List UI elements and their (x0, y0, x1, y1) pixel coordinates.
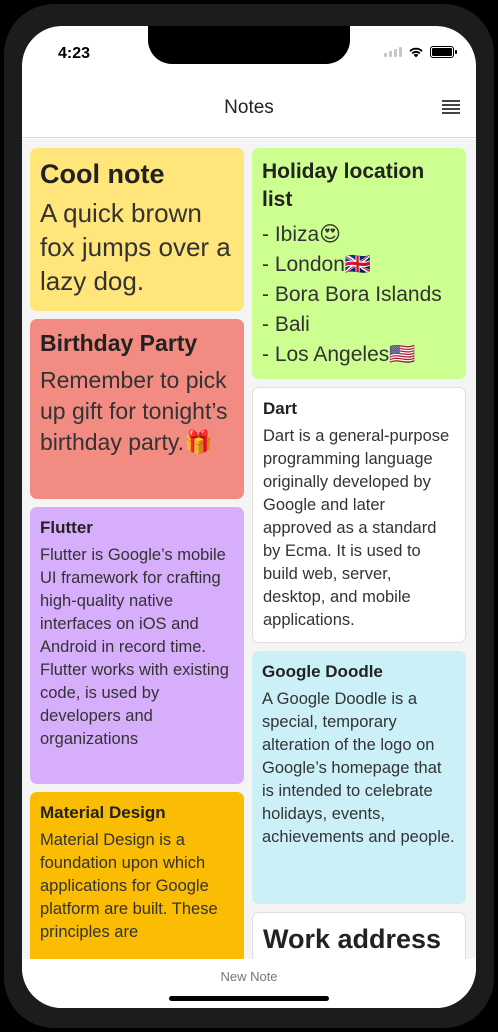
view-list-icon[interactable] (442, 100, 460, 114)
note-title: Cool note (40, 159, 165, 189)
note-body: A Google Doodle is a special, temporary … (262, 690, 455, 846)
note-body: Dart is a general-purpose programming la… (263, 427, 450, 629)
phone-frame: 4:23 Notes Cool note A quick brown fox j… (0, 0, 498, 1032)
list-item: - Bora Bora Islands (262, 283, 442, 306)
note-card-dart[interactable]: Dart Dart is a general-purpose programmi… (252, 387, 466, 643)
note-title: Flutter (40, 518, 93, 537)
battery-icon (430, 46, 457, 58)
status-time: 4:23 (58, 45, 91, 62)
bottom-bar: New Note (22, 959, 476, 1008)
app-bar: Notes (22, 76, 476, 138)
notch (148, 26, 350, 64)
note-card-material[interactable]: Material Design Material Design is a fou… (30, 792, 244, 959)
screen: 4:23 Notes Cool note A quick brown fox j… (22, 26, 476, 1008)
list-item: - London🇬🇧 (262, 253, 372, 276)
notes-grid[interactable]: Cool note A quick brown fox jumps over a… (22, 139, 476, 959)
note-card-birthday[interactable]: Birthday Party Remember to pick up gift … (30, 319, 244, 499)
note-card-doodle[interactable]: Google Doodle A Google Doodle is a speci… (252, 651, 466, 904)
note-card-work-address[interactable]: Work address (252, 912, 466, 959)
note-title: Holiday location list (262, 160, 425, 211)
cellular-signal-icon (384, 47, 402, 57)
new-note-button[interactable]: New Note (22, 969, 476, 984)
note-list: - Ibiza😍 - London🇬🇧 - Bora Bora Islands … (262, 220, 456, 370)
note-title: Google Doodle (262, 662, 383, 681)
note-title: Birthday Party (40, 330, 198, 356)
page-title: Notes (224, 97, 274, 118)
note-card-holiday[interactable]: Holiday location list - Ibiza😍 - London🇬… (252, 148, 466, 379)
note-body: Flutter is Google’s mobile UI framework … (40, 546, 229, 748)
status-icons (384, 46, 457, 58)
note-title: Work address (263, 924, 442, 954)
list-item: - Los Angeles🇺🇸 (262, 343, 416, 366)
note-card-flutter[interactable]: Flutter Flutter is Google’s mobile UI fr… (30, 507, 244, 784)
note-body: A quick brown fox jumps over a lazy dog. (40, 198, 231, 296)
note-body: Material Design is a foundation upon whi… (40, 831, 218, 941)
note-card-cool[interactable]: Cool note A quick brown fox jumps over a… (30, 148, 244, 311)
note-title: Material Design (40, 803, 166, 822)
wifi-icon (409, 47, 423, 58)
home-indicator[interactable] (169, 996, 329, 1001)
note-body: Remember to pick up gift for tonight’s b… (40, 367, 228, 455)
list-item: - Ibiza😍 (262, 223, 342, 246)
list-item: - Bali (262, 313, 310, 336)
note-title: Dart (263, 399, 298, 418)
